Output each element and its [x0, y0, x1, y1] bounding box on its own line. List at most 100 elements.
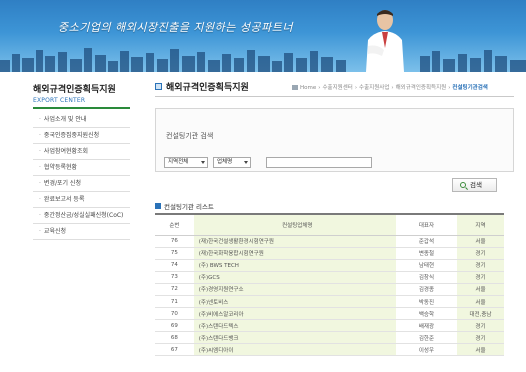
- sidebar-item-education[interactable]: · 교육신청: [33, 224, 130, 240]
- row-region: 경기: [456, 259, 504, 272]
- region-select[interactable]: 지역전체: [164, 157, 208, 168]
- row-rep: 김한준: [395, 331, 457, 345]
- sidebar-item-label: 협약등록현황: [43, 164, 78, 171]
- table-row[interactable]: 72 (주)경영지원연구소 김경종 서울: [155, 283, 504, 296]
- businessman-image: [366, 10, 404, 72]
- search-heading: 컨설팅기관 검색: [166, 132, 214, 140]
- table-row[interactable]: 76 (재)한국건설생활환경시험연구원 준갑석 서울: [155, 235, 504, 248]
- chevron-down-icon: [244, 161, 248, 164]
- table-row[interactable]: 75 (재)한국화학융합시험연구원 변종철 경기: [155, 247, 504, 260]
- banner-slogan: 중소기업의 해외시장진출을 지원하는 성공파트너: [58, 21, 294, 34]
- table-row[interactable]: 71 (주)넨토비스 박동진 서울: [155, 295, 504, 309]
- table-row[interactable]: 74 (주) BWS TECH 남태현 경기: [155, 259, 504, 272]
- sidebar-item-change-request[interactable]: · 변경/포기 신청: [33, 176, 130, 192]
- breadcrumb-item[interactable]: 수출지원사업: [359, 85, 389, 91]
- row-company-link[interactable]: (주)비에스알코리아: [193, 307, 396, 321]
- left-sidebar: 해외규격인증획득지원 EXPORT CENTER · 사업소개 및 안내 · 중국인…: [0, 72, 131, 372]
- sidebar-item-participation-status[interactable]: · 사업참여현황조회: [33, 144, 130, 160]
- bullet-icon: ·: [39, 132, 41, 139]
- search-button[interactable]: 검색: [452, 178, 497, 192]
- row-rep: 박동진: [395, 295, 457, 309]
- list-title-icon: [155, 203, 161, 209]
- sidebar-item-business-intro[interactable]: · 사업소개 및 안내: [33, 112, 130, 128]
- bullet-icon: ·: [39, 212, 41, 219]
- row-region: 경기: [456, 271, 504, 284]
- row-company-link[interactable]: (재)한국화학융합시험연구원: [193, 247, 396, 260]
- row-company-link[interactable]: (주)스탠다드뱅크: [193, 331, 396, 345]
- sidebar-divider: [33, 107, 130, 109]
- sidebar-menu: · 사업소개 및 안내 · 중국인증집중지원신청 · 사업참여현황조회 · 협약등록현황…: [33, 112, 130, 240]
- row-company-link[interactable]: (주)스탠다드텍스: [193, 319, 396, 333]
- row-company-link[interactable]: (주)넨토비스: [193, 295, 396, 309]
- sidebar-item-china-cert[interactable]: · 중국인증집중지원신청: [33, 128, 130, 144]
- sidebar-item-label: 완료보고서 등록: [43, 196, 85, 203]
- sidebar-item-label: 변경/포기 신청: [43, 180, 81, 187]
- row-rep: 남태현: [395, 259, 457, 272]
- chevron-down-icon: [201, 161, 205, 164]
- header-banner: 중소기업의 해외시장진출을 지원하는 성공파트너: [0, 0, 526, 72]
- bullet-icon: ·: [39, 228, 41, 235]
- table-row[interactable]: 67 (주)씨엠디아이 이성우 서울: [155, 343, 504, 357]
- row-region: 경기: [456, 319, 504, 333]
- row-region: 서울: [456, 235, 504, 248]
- row-rep: 백승학: [395, 307, 457, 321]
- bullet-icon: ·: [39, 164, 41, 171]
- table-row[interactable]: 68 (주)스탠다드뱅크 김한준 경기: [155, 331, 504, 345]
- sidebar-item-completion-report[interactable]: · 완료보고서 등록: [33, 192, 130, 208]
- row-rep: 배재광: [395, 319, 457, 333]
- row-region: 서울: [456, 343, 504, 357]
- column-header-name: 컨설팅업체명: [193, 213, 396, 236]
- field-select-value: 업체명: [217, 159, 233, 165]
- sidebar-item-label: 교육신청: [43, 228, 67, 235]
- row-no: 72: [155, 283, 194, 296]
- sidebar-item-label: 사업소개 및 안내: [43, 116, 87, 123]
- table-row[interactable]: 73 (주)GCS 김창식 경기: [155, 271, 504, 284]
- search-icon: [460, 182, 466, 188]
- column-header-no: 순번: [155, 213, 194, 236]
- breadcrumb-item[interactable]: 해외규격인증획득지원: [396, 85, 447, 91]
- row-no: 73: [155, 271, 194, 284]
- page-title: 해외규격인증획득지원: [166, 83, 249, 93]
- breadcrumb-separator-icon: ›: [448, 85, 451, 91]
- row-region: 서울: [456, 295, 504, 309]
- breadcrumb-home[interactable]: Home: [300, 85, 316, 91]
- list-title: 컨설팅기관 리스트: [164, 203, 214, 211]
- column-header-region: 지역: [456, 213, 504, 236]
- page-title-icon: [155, 83, 162, 90]
- table-row[interactable]: 69 (주)스탠다드텍스 배재광 경기: [155, 319, 504, 333]
- breadcrumb-separator-icon: ›: [318, 85, 321, 91]
- table-row[interactable]: 70 (주)비에스알코리아 백승학 대전,충남: [155, 307, 504, 321]
- field-select[interactable]: 업체명: [213, 157, 251, 168]
- row-no: 67: [155, 343, 194, 357]
- row-company-link[interactable]: (주)경영지원연구소: [193, 283, 396, 296]
- column-header-rep: 대표자: [395, 213, 457, 236]
- title-divider: [155, 96, 514, 97]
- row-no: 74: [155, 259, 194, 272]
- row-rep: 김창식: [395, 271, 457, 284]
- row-company-link[interactable]: (주)씨엠디아이: [193, 343, 396, 357]
- row-rep: 변종철: [395, 247, 457, 260]
- row-no: 70: [155, 307, 194, 321]
- row-no: 69: [155, 319, 194, 333]
- sidebar-item-interim-settlement[interactable]: · 중간정산금/성실실패신청(CoC): [33, 208, 130, 224]
- sidebar-item-agreement-status[interactable]: · 협약등록현황: [33, 160, 130, 176]
- breadcrumb-item[interactable]: 수출지원센터: [322, 85, 352, 91]
- region-select-value: 지역전체: [168, 159, 189, 165]
- row-rep: 준갑석: [395, 235, 457, 248]
- row-region: 대전,충남: [456, 307, 504, 321]
- search-input[interactable]: [266, 157, 372, 168]
- sidebar-title: 해외규격인증획득지원: [33, 85, 116, 95]
- row-company-link[interactable]: (재)한국건설생활환경시험연구원: [193, 235, 396, 248]
- row-no: 75: [155, 247, 194, 260]
- row-company-link[interactable]: (주)GCS: [193, 271, 396, 284]
- bullet-icon: ·: [39, 196, 41, 203]
- consulting-table: 순번 컨설팅업체명 대표자 지역 76 (재)한국건설생활환경시험연구원 준갑석 서울…: [155, 213, 504, 357]
- row-no: 71: [155, 295, 194, 309]
- row-company-link[interactable]: (주) BWS TECH: [193, 259, 396, 272]
- bullet-icon: ·: [39, 148, 41, 155]
- home-icon: [292, 85, 298, 90]
- search-panel: 컨설팅기관 검색 지역전체 업체명: [155, 108, 514, 172]
- row-region: 경기: [456, 331, 504, 345]
- row-region: 경기: [456, 247, 504, 260]
- breadcrumb: Home › 수출지원센터 › 수출지원사업 › 해외규격인증획득지원 › 컨설팅기관검색: [292, 83, 488, 91]
